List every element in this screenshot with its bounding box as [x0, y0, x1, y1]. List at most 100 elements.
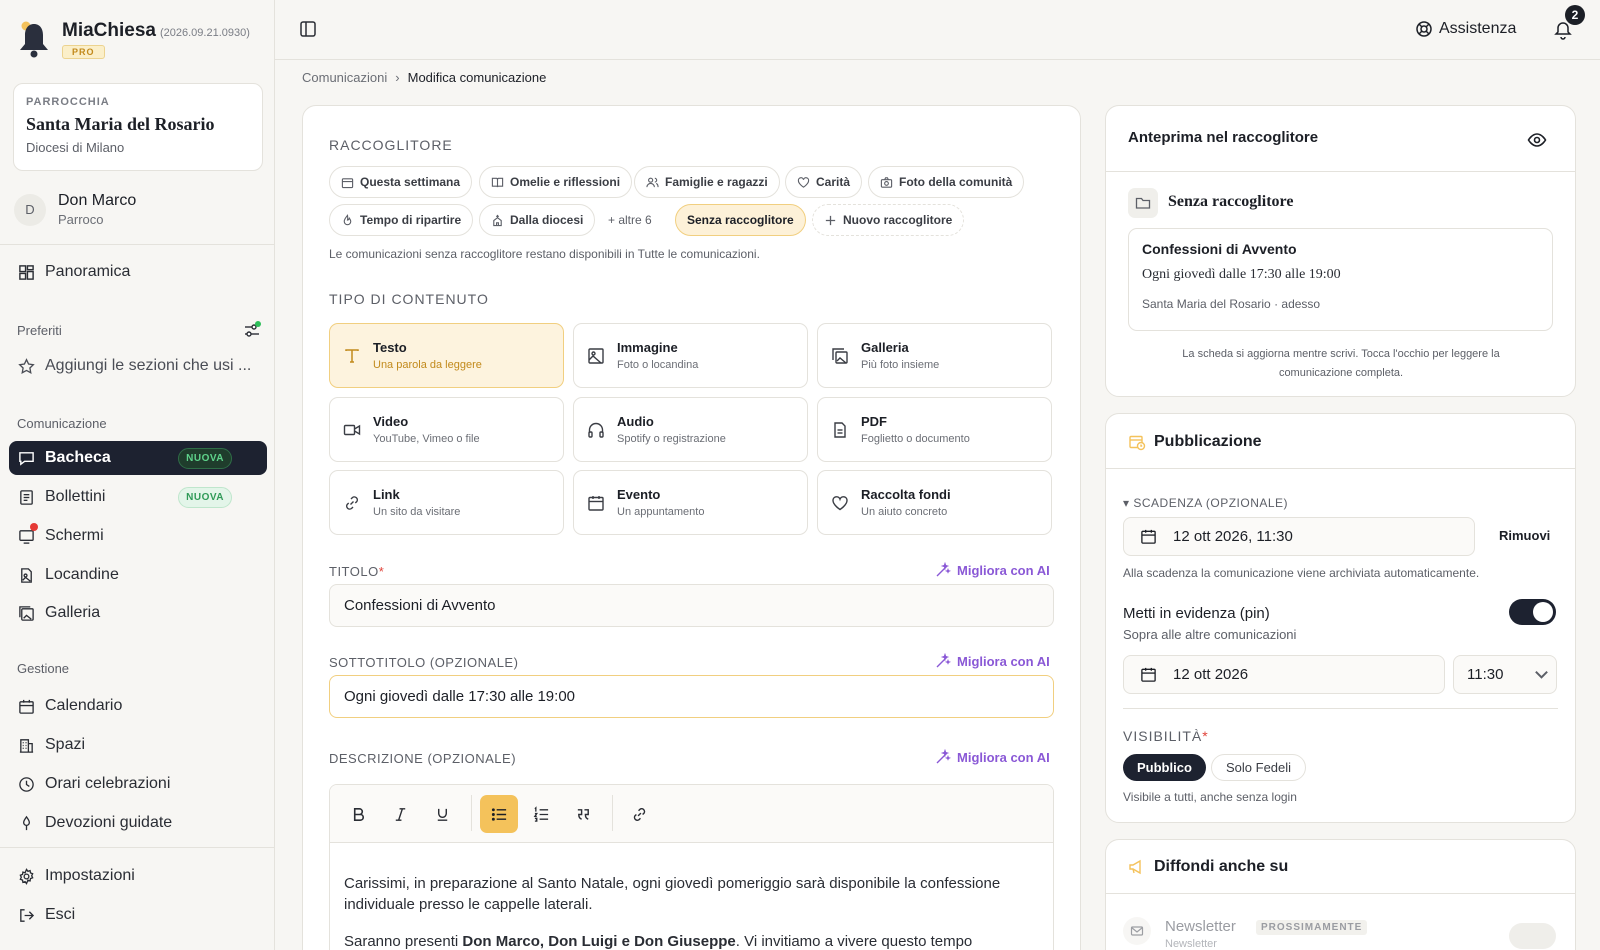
bullet-list-button[interactable] [480, 795, 518, 833]
collector-chip[interactable]: Dalla diocesi [479, 204, 596, 236]
share-header: Diffondi anche su [1128, 858, 1288, 876]
subtitle-field-label: SOTTOTITOLO (OPZIONALE) [329, 655, 519, 670]
quote-button[interactable] [564, 795, 602, 833]
content-type-audio[interactable]: Audio Spotify o registrazione [573, 397, 808, 462]
preview-item-card[interactable]: Confessioni di Avvento Ogni giovedì dall… [1128, 228, 1553, 331]
bold-icon [353, 807, 364, 821]
collector-chip-selected[interactable]: Senza raccoglitore [675, 204, 806, 236]
collector-chip[interactable]: Carità [785, 166, 863, 198]
chevron-down-icon [1535, 670, 1549, 679]
sidebar-item-overview[interactable]: Panoramica [9, 255, 267, 289]
numbered-list-icon [533, 805, 548, 822]
publish-header: Pubblicazione [1128, 433, 1262, 451]
improve-ai-button[interactable]: Migliora con AI [935, 749, 1050, 765]
collector-chip[interactable]: Foto della comunità [868, 166, 1025, 198]
tile-title: Audio [617, 414, 654, 429]
content-type-pdf[interactable]: PDF Foglietto o documento [817, 397, 1052, 462]
expiry-toggle-label[interactable]: ▾ SCADENZA (OPZIONALE) [1123, 496, 1288, 510]
sidebar-item-spazi[interactable]: Spazi [9, 728, 267, 762]
expiry-datetime-input[interactable]: 12 ott 2026, 11:30 [1123, 517, 1475, 556]
bullet-list-icon [491, 807, 506, 821]
divider [1123, 708, 1558, 709]
add-favorites-item[interactable]: Aggiungi le sezioni che usi ... [9, 349, 267, 383]
description-editor[interactable]: Carissimi, in preparazione al Santo Nata… [329, 784, 1054, 950]
sidebar-item-label: Galleria [45, 604, 101, 621]
collector-chip[interactable]: Tempo di ripartire [329, 204, 474, 236]
clock-icon [19, 776, 34, 792]
sidebar-item-impostazioni[interactable]: Impostazioni [9, 859, 267, 893]
description-field-label: DESCRIZIONE (OPZIONALE) [329, 751, 517, 766]
divider [0, 847, 275, 848]
sidebar-item-devozioni[interactable]: Devozioni guidate [9, 806, 267, 840]
share-card: Diffondi anche su Newsletter PROSSIMAMEN… [1105, 839, 1576, 950]
dashboard-icon [19, 264, 34, 280]
underline-button[interactable] [423, 795, 461, 833]
pin-time-select[interactable]: 11:30 [1453, 655, 1557, 694]
parish-card[interactable]: PARROCCHIA Santa Maria del Rosario Dioce… [13, 83, 263, 171]
collector-chip[interactable]: Questa settimana [329, 166, 473, 198]
sidebar-item-bacheca[interactable]: Bacheca NUOVA [9, 441, 267, 475]
sidebar-item-galleria[interactable]: Galleria [9, 596, 267, 630]
tile-title: Video [373, 414, 409, 429]
user-profile[interactable]: D Don Marco Parroco [14, 192, 136, 227]
title-input[interactable]: Confessioni di Avvento [329, 584, 1054, 627]
more-collectors-button[interactable]: + altre 6 [597, 204, 663, 236]
visibility-faithful-option[interactable]: Solo Fedeli [1211, 754, 1307, 781]
sidebar-item-label: Aggiungi le sezioni che usi ... [45, 357, 252, 374]
content-type-video[interactable]: Video YouTube, Vimeo o file [329, 397, 564, 462]
headphones-icon [588, 422, 604, 438]
tile-title: Galleria [861, 340, 909, 355]
subtitle-input[interactable]: Ogni giovedì dalle 17:30 alle 19:00 [329, 675, 1054, 718]
bold-button[interactable] [339, 795, 377, 833]
breadcrumb-parent-link[interactable]: Comunicazioni [302, 70, 387, 85]
megaphone-icon [1129, 859, 1141, 875]
eye-icon[interactable] [1527, 130, 1547, 150]
text-run: Saranno presenti [344, 933, 463, 950]
collector-chip[interactable]: Omelie e riflessioni [479, 166, 633, 198]
sidebar-item-label: Esci [45, 906, 76, 923]
pin-toggle[interactable] [1509, 599, 1556, 625]
content-type-testo[interactable]: Testo Una parola da leggere [329, 323, 564, 388]
tile-title: Immagine [617, 340, 678, 355]
topbar: Assistenza 2 [275, 0, 1600, 60]
divider [1106, 893, 1575, 894]
editor-content[interactable]: Carissimi, in preparazione al Santo Nata… [330, 843, 1053, 950]
sidebar-item-esci[interactable]: Esci [9, 898, 267, 932]
content-type-link[interactable]: Link Un sito da visitare [329, 470, 564, 535]
tile-subtitle: Un aiuto concreto [861, 506, 948, 518]
improve-ai-button[interactable]: Migliora con AI [935, 562, 1050, 578]
new-collector-button[interactable]: Nuovo raccoglitore [812, 204, 965, 236]
improve-ai-button[interactable]: Migliora con AI [935, 653, 1050, 669]
brand[interactable]: MiaChiesa (2026.09.21.0930) PRO [16, 20, 250, 60]
sidebar-item-locandine[interactable]: Locandine [9, 558, 267, 592]
italic-button[interactable] [381, 795, 419, 833]
link-button[interactable] [620, 795, 658, 833]
new-badge: NUOVA [178, 486, 232, 508]
pin-date-input[interactable]: 12 ott 2026 [1123, 655, 1445, 694]
calendar-clock-icon [1129, 435, 1146, 451]
sidebar-item-orari[interactable]: Orari celebrazioni [9, 767, 267, 801]
visibility-label: VISIBILITÀ* [1123, 728, 1209, 744]
visibility-public-option[interactable]: Pubblico [1123, 754, 1206, 781]
sidebar-item-label: Calendario [45, 697, 123, 714]
sidebar-item-label: Panoramica [45, 263, 131, 280]
collector-chip[interactable]: Famiglie e ragazzi [634, 166, 780, 198]
content-type-raccolta-fondi[interactable]: Raccolta fondi Un aiuto concreto [817, 470, 1052, 535]
underline-icon [437, 808, 447, 821]
link-icon [346, 495, 358, 510]
sidebar-item-schermi[interactable]: Schermi [9, 519, 267, 553]
content-type-evento[interactable]: Evento Un appuntamento [573, 470, 808, 535]
bell-logo-icon [20, 21, 48, 58]
content-type-immagine[interactable]: Immagine Foto o locandina [573, 323, 808, 388]
customize-favorites-icon[interactable] [243, 321, 261, 339]
help-button[interactable]: Assistenza [1415, 20, 1516, 38]
numbered-list-button[interactable] [522, 795, 560, 833]
newsletter-toggle[interactable] [1509, 923, 1556, 949]
sidebar-toggle-icon[interactable] [299, 20, 317, 38]
content-type-galleria[interactable]: Galleria Più foto insieme [817, 323, 1052, 388]
sidebar-item-calendario[interactable]: Calendario [9, 689, 267, 723]
remove-expiry-button[interactable]: Rimuovi [1499, 528, 1550, 543]
sidebar-item-bollettini[interactable]: Bollettini NUOVA [9, 480, 267, 514]
sidebar: MiaChiesa (2026.09.21.0930) PRO PARROCCHI… [0, 0, 275, 950]
editor-paragraph: Saranno presenti Don Marco, Don Luigi e … [344, 931, 1039, 950]
